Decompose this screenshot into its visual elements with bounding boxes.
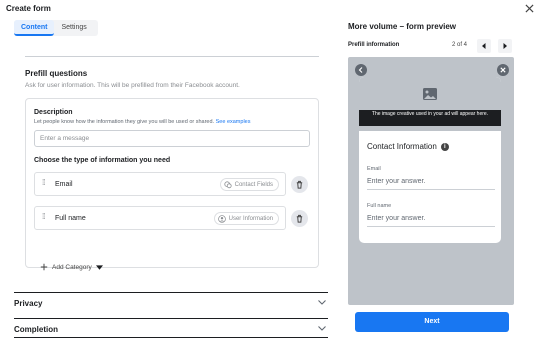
field-name: Email: [55, 181, 73, 188]
description-help: Let people know how the information they…: [34, 119, 250, 125]
back-icon[interactable]: [355, 64, 367, 76]
delete-email-button[interactable]: [291, 176, 308, 193]
add-category-button[interactable]: Add Category: [40, 263, 103, 271]
media-caption: The image creative used in your ad will …: [359, 110, 501, 126]
close-circle-icon[interactable]: [497, 64, 509, 76]
prev-page-button[interactable]: [477, 39, 491, 53]
prefill-subtitle: Ask for user information. This will be p…: [25, 82, 240, 89]
category-pill-label: Contact Fields: [234, 182, 273, 188]
preview-full-name-input[interactable]: Enter your answer.: [367, 213, 495, 227]
field-name: Full name: [55, 215, 86, 222]
trash-icon: [296, 180, 303, 189]
section-label: Privacy: [14, 299, 43, 308]
preview-field-label: Full name: [367, 203, 392, 209]
description-help-text: Let people know how the information they…: [34, 119, 215, 125]
preview-field-label: Email: [367, 166, 381, 172]
window-title: Create form: [6, 4, 51, 13]
caret-down-icon: [95, 264, 103, 270]
field-row-email[interactable]: ⁞⁞ Email Contact Fields: [34, 172, 286, 196]
category-pill: Contact Fields: [219, 178, 279, 191]
delete-full-name-button[interactable]: [291, 210, 308, 227]
preview-nav: Prefill information 2 of 4: [348, 38, 514, 54]
description-input[interactable]: Enter a message: [34, 130, 310, 147]
category-pill: User Information: [213, 212, 279, 225]
choose-type-label: Choose the type of information you need: [34, 157, 171, 164]
section-label: Completion: [14, 325, 58, 334]
close-icon[interactable]: [525, 2, 534, 16]
tab-settings[interactable]: Settings: [54, 20, 93, 36]
chevron-down-icon: [318, 300, 326, 305]
image-icon: [423, 88, 437, 100]
field-row-full-name[interactable]: ⁞⁞ Full name User Information: [34, 206, 286, 230]
chevron-down-icon: [318, 326, 326, 331]
preview-title: More volume – form preview: [348, 22, 457, 31]
category-pill-label: User Information: [228, 216, 273, 222]
tab-content[interactable]: Content: [14, 20, 55, 36]
chevron-left-icon: [482, 43, 486, 49]
add-category-label: Add Category: [52, 263, 92, 271]
divider: [14, 337, 328, 338]
plus-icon: [40, 263, 48, 271]
grip-icon[interactable]: ⁞⁞: [42, 212, 46, 221]
form-editor: Content Settings Prefill questions Ask f…: [0, 18, 336, 348]
page-count: 2 of 4: [452, 42, 468, 48]
section-completion[interactable]: Completion: [14, 318, 328, 338]
contact-info-label: Contact Information: [367, 142, 437, 151]
form-preview: The image creative used in your ad will …: [348, 57, 514, 305]
chevron-right-icon: [503, 43, 507, 49]
trash-icon: [296, 214, 303, 223]
prefill-title: Prefill questions: [25, 69, 88, 78]
media-placeholder: The image creative used in your ad will …: [359, 77, 501, 131]
chat-bubbles-icon: [224, 181, 232, 189]
preview-email-input[interactable]: Enter your answer.: [367, 176, 495, 190]
user-icon: [217, 215, 226, 223]
description-label: Description: [34, 109, 73, 116]
see-examples-link[interactable]: See examples: [216, 119, 251, 125]
section-privacy[interactable]: Privacy: [14, 292, 328, 312]
info-icon: i: [440, 142, 449, 151]
next-button[interactable]: Next: [355, 312, 509, 332]
tab-bar: Content Settings: [14, 20, 98, 36]
preview-form-card: The image creative used in your ad will …: [359, 77, 501, 243]
prefill-card: Description Let people know how the info…: [25, 98, 319, 271]
contact-info-title: Contact Information i: [367, 142, 449, 151]
preview-nav-label: Prefill information: [348, 42, 400, 48]
divider: [25, 56, 319, 57]
grip-icon[interactable]: ⁞⁞: [42, 178, 46, 187]
next-page-button[interactable]: [498, 39, 512, 53]
title-bar: Create form: [0, 0, 544, 18]
